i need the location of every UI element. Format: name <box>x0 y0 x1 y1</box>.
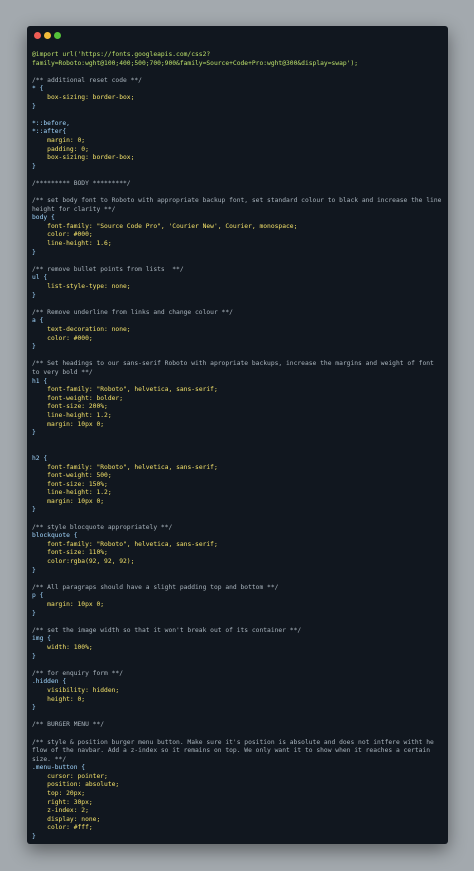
code-line: /********* BODY *********/ <box>32 179 131 187</box>
window-titlebar <box>27 26 448 48</box>
code-line: } <box>32 609 36 617</box>
code-line: font-size: 150%; <box>32 480 108 488</box>
code-line: color: #000; <box>32 231 93 239</box>
code-line: top: 20px; <box>32 790 86 798</box>
code-line: list-style-type: none; <box>32 283 131 291</box>
code-line: * { <box>32 85 44 93</box>
code-line: right: 30px; <box>32 798 93 806</box>
code-line: } <box>32 833 36 841</box>
code-line: h1 { <box>32 377 48 385</box>
code-line: margin: 10px 0; <box>32 497 105 505</box>
code-line: /** style & position burger menu button.… <box>32 738 438 763</box>
code-line: /** Set headings to our sans-serif Robot… <box>32 360 438 376</box>
code-line: color: #fff; <box>32 824 93 832</box>
code-line: box-sizing: border-box; <box>32 154 135 162</box>
code-line: line-height: 1.2; <box>32 411 112 419</box>
code-line: display: none; <box>32 815 101 823</box>
code-line: font-family: "Roboto", helvetica, sans-s… <box>32 386 218 394</box>
code-line: } <box>32 704 36 712</box>
code-line: font-size: 200%; <box>32 403 108 411</box>
code-line: /** for enquiry form **/ <box>32 669 123 677</box>
code-line: text-decoration: none; <box>32 326 131 333</box>
code-line: } <box>32 566 36 574</box>
code-line: line-height: 1.6; <box>32 240 112 248</box>
code-line: font-size: 110%; <box>32 549 108 557</box>
code-line: height: 0; <box>32 695 86 703</box>
code-line: .hidden { <box>32 678 67 686</box>
code-line: font-family: "Roboto", helvetica, sans-s… <box>32 463 218 471</box>
code-line: } <box>32 652 36 660</box>
code-line: } <box>32 291 36 299</box>
code-line: } <box>32 343 36 351</box>
minimize-dot[interactable] <box>44 32 51 39</box>
code-line: *::after{ <box>32 128 67 136</box>
code-line: font-family: "Source Code Pro", 'Courier… <box>32 222 298 230</box>
code-line: } <box>32 162 36 170</box>
code-line: /** Remove underline from links and chan… <box>32 308 233 316</box>
code-line: padding: 0; <box>32 145 89 153</box>
code-line: } <box>32 248 36 256</box>
code-line: color:rgba(92, 92, 92); <box>32 558 135 566</box>
code-line: a { <box>32 317 44 325</box>
code-line: font-family: "Roboto", helvetica, sans-s… <box>32 540 218 548</box>
code-line: color: #000; <box>32 334 93 342</box>
code-line: margin: 0; <box>32 136 86 144</box>
code-editor[interactable]: @import url('https://fonts.googleapis.co… <box>32 51 444 842</box>
maximize-dot[interactable] <box>54 32 61 39</box>
code-line: /** BURGER MENU **/ <box>32 721 105 729</box>
code-line: } <box>32 102 36 110</box>
code-line: box-sizing: border-box; <box>32 93 135 101</box>
code-line: img { <box>32 635 51 643</box>
code-window: @import url('https://fonts.googleapis.co… <box>27 26 448 844</box>
code-line: /** set body font to Roboto with appropr… <box>32 197 446 213</box>
code-line: position: absolute; <box>32 781 120 789</box>
code-line: @import url('https://fonts.googleapis.co… <box>32 51 211 58</box>
code-line: p { <box>32 592 44 600</box>
code-line: font-weight: 500; <box>32 472 112 480</box>
code-line: /** remove bullet points from lists **/ <box>32 265 184 273</box>
code-line: margin: 10px 0; <box>32 601 105 608</box>
code-line: z-index: 2; <box>32 807 89 815</box>
code-line: ul { <box>32 274 48 282</box>
code-line: .menu-button { <box>32 764 86 772</box>
code-line: } <box>32 506 36 514</box>
code-line: /** All paragraps should have a slight p… <box>32 583 279 591</box>
code-line: font-weight: bolder; <box>32 394 123 402</box>
code-line: cursor: pointer; <box>32 772 108 780</box>
code-line: visibility: hidden; <box>32 686 120 694</box>
code-line: /** set the image width so that it won't… <box>32 626 302 634</box>
code-line: body { <box>32 214 55 222</box>
code-line: width: 100%; <box>32 643 93 651</box>
code-line: h2 { <box>32 454 48 462</box>
code-line: blockquote { <box>32 532 78 540</box>
close-dot[interactable] <box>34 32 41 39</box>
code-line: /** style blocquote appropriately **/ <box>32 523 173 531</box>
code-line: family=Roboto:wght@100;400;500;700;900&f… <box>32 59 359 67</box>
code-line: *::before, <box>32 119 70 127</box>
code-line: line-height: 1.2; <box>32 489 112 497</box>
code-line: margin: 10px 0; <box>32 420 105 428</box>
code-line: } <box>32 429 36 437</box>
code-line: /** additional reset code **/ <box>32 76 142 84</box>
